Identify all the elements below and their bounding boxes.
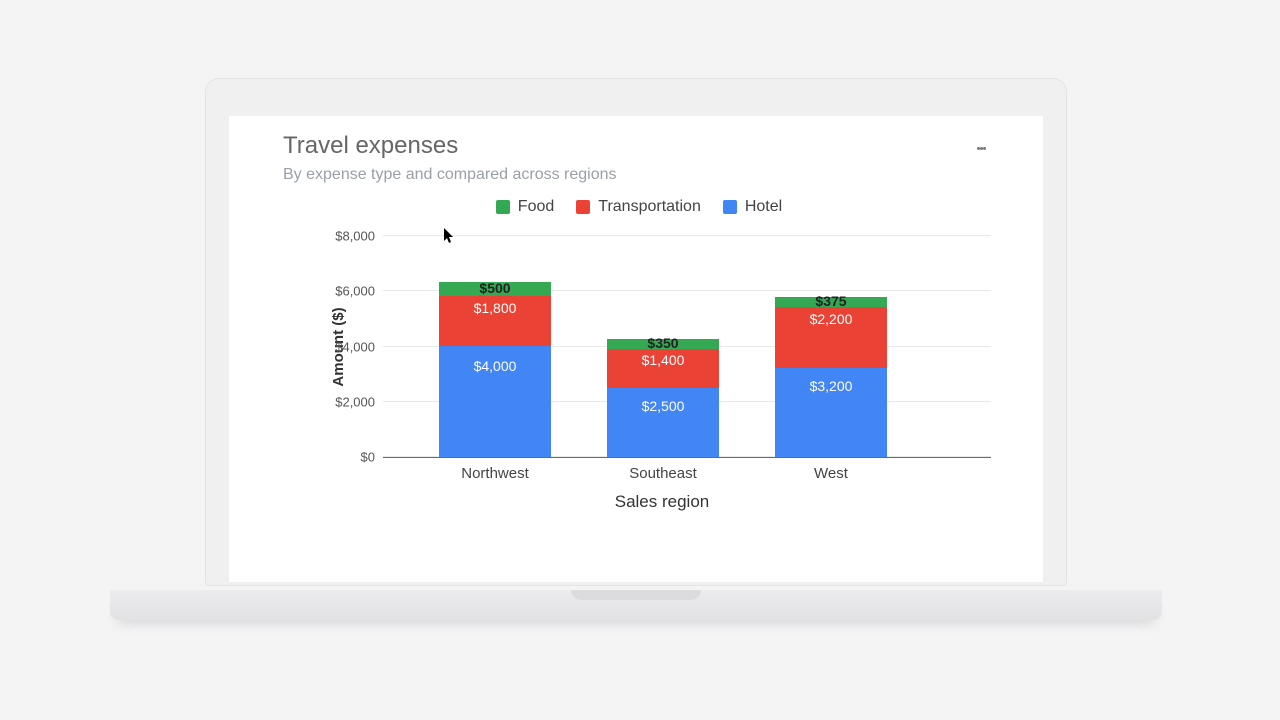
seg-se-food: $350 [607,339,719,349]
seg-se-hotel: $2,500 [607,388,719,457]
screen: Travel expenses By expense type and comp… [229,116,1043,582]
bar-west: $375 $2,200 $3,200 West [775,297,887,457]
bar-northwest: $500 $1,800 $4,000 Northwest [439,282,551,457]
seg-nw-trans: $1,800 [439,296,551,346]
more-options-button[interactable] [967,134,995,162]
label-w-hotel: $3,200 [775,378,887,394]
swatch-transportation [576,200,590,214]
chart-subtitle: By expense type and compared across regi… [283,166,995,184]
cat-label-northwest: Northwest [439,465,551,482]
chart-card: Travel expenses By expense type and comp… [283,130,995,582]
seg-se-trans: $1,400 [607,349,719,388]
legend-item-food: Food [496,198,554,216]
laptop-base [110,590,1162,620]
cat-label-west: West [775,465,887,482]
label-nw-food: $500 [439,280,551,296]
label-nw-trans: $1,800 [439,300,551,316]
ytick-4: $8,000 [335,229,375,244]
ytick-1: $2,000 [335,394,375,409]
seg-nw-hotel: $4,000 [439,346,551,457]
bar-southeast: $350 $1,400 $2,500 Southeast [607,339,719,457]
x-axis-label: Sales region [333,492,991,512]
label-se-hotel: $2,500 [607,398,719,414]
ytick-0: $0 [361,450,375,465]
swatch-food [496,200,510,214]
plot-area: Amount ($) $0 $2,000 $4,000 $6,000 $8,00… [333,236,995,458]
legend-label-hotel: Hotel [745,198,782,216]
legend-item-transportation: Transportation [576,198,701,216]
legend-label-transportation: Transportation [598,198,701,216]
seg-w-food: $375 [775,297,887,307]
plot-inner: $0 $2,000 $4,000 $6,000 $8,000 $500 $1,8… [383,236,991,458]
ytick-3: $6,000 [335,284,375,299]
laptop-frame: Travel expenses By expense type and comp… [205,78,1067,586]
legend: Food Transportation Hotel [283,198,995,216]
seg-nw-food: $500 [439,282,551,296]
ytick-2: $4,000 [335,339,375,354]
legend-label-food: Food [518,198,554,216]
seg-w-trans: $2,200 [775,307,887,368]
chart-title: Travel expenses [283,130,995,160]
cat-label-southeast: Southeast [607,465,719,482]
label-se-trans: $1,400 [607,352,719,368]
label-w-trans: $2,200 [775,311,887,327]
legend-item-hotel: Hotel [723,198,782,216]
seg-w-hotel: $3,200 [775,368,887,457]
label-nw-hotel: $4,000 [439,358,551,374]
swatch-hotel [723,200,737,214]
